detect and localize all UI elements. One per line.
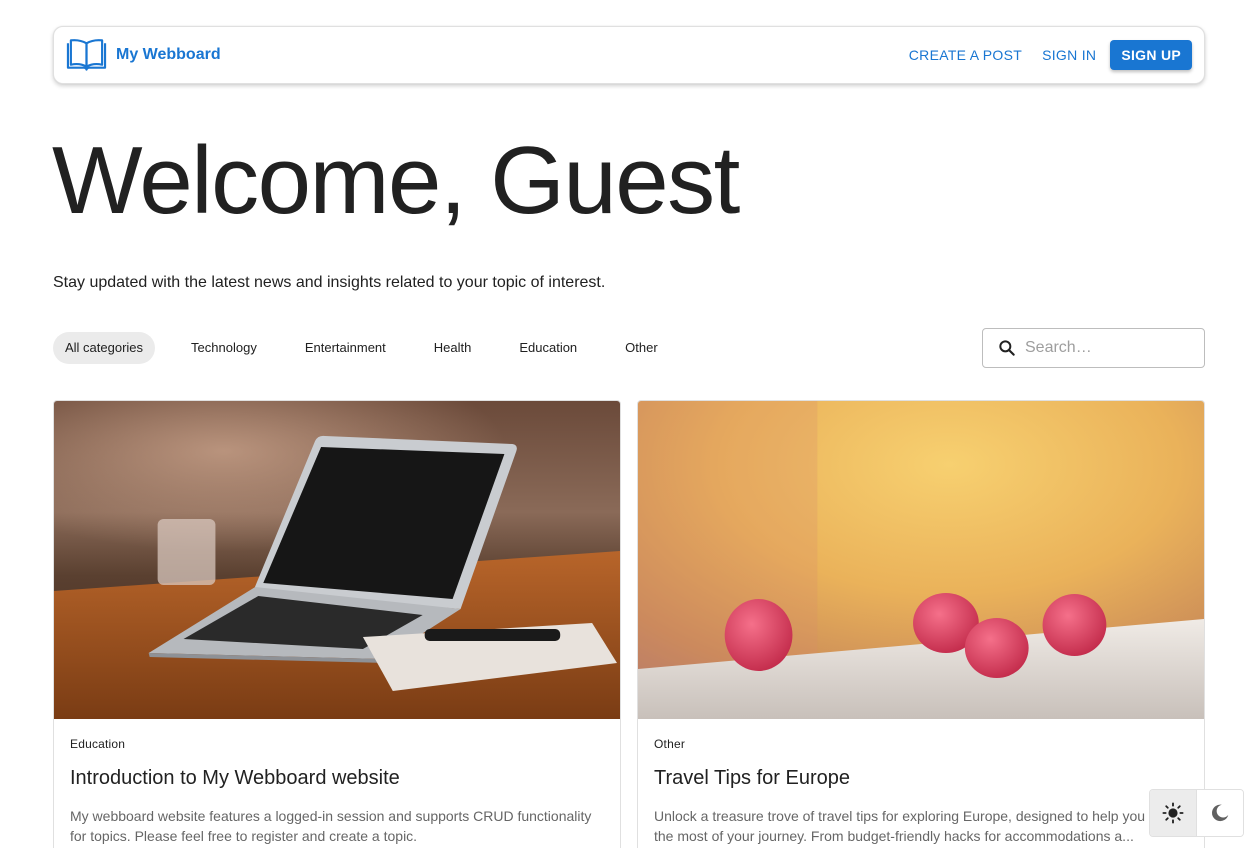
chip-all-categories[interactable]: All categories bbox=[53, 332, 156, 364]
chip-technology[interactable]: Technology bbox=[179, 332, 269, 364]
chip-education[interactable]: Education bbox=[507, 332, 589, 364]
post-title[interactable]: Travel Tips for Europe bbox=[654, 767, 1188, 790]
create-post-button[interactable]: CREATE A POST bbox=[899, 39, 1032, 71]
top-navbar: My Webboard CREATE A POST SIGN IN SIGN U… bbox=[53, 26, 1205, 84]
light-mode-button[interactable] bbox=[1150, 790, 1197, 836]
moon-icon bbox=[1211, 804, 1228, 822]
open-book-icon bbox=[66, 39, 107, 71]
page-subtitle: Stay updated with the latest news and in… bbox=[53, 274, 606, 291]
post-image-laptop bbox=[54, 401, 620, 719]
post-card-body: Education Introduction to My Webboard we… bbox=[54, 719, 620, 846]
dark-mode-button[interactable] bbox=[1196, 790, 1243, 836]
theme-toggle bbox=[1149, 789, 1244, 837]
brand-name: My Webboard bbox=[116, 46, 221, 63]
post-title[interactable]: Introduction to My Webboard website bbox=[70, 767, 604, 790]
nav-actions: CREATE A POST SIGN IN SIGN UP bbox=[899, 39, 1192, 71]
category-filter: All categories Technology Entertainment … bbox=[53, 332, 694, 364]
search-icon bbox=[999, 340, 1015, 356]
sun-icon bbox=[1162, 802, 1184, 824]
search-box[interactable] bbox=[982, 328, 1205, 368]
post-description: My webboard website features a logged-in… bbox=[70, 808, 592, 844]
chip-entertainment[interactable]: Entertainment bbox=[293, 332, 398, 364]
chip-health[interactable]: Health bbox=[422, 332, 484, 364]
post-category: Other bbox=[654, 737, 686, 751]
post-category: Education bbox=[70, 737, 126, 751]
post-image-raspberries bbox=[638, 401, 1204, 719]
post-card[interactable]: Education Introduction to My Webboard we… bbox=[53, 400, 621, 848]
sign-up-button[interactable]: SIGN UP bbox=[1110, 40, 1192, 70]
chip-other[interactable]: Other bbox=[613, 332, 670, 364]
brand-link[interactable]: My Webboard bbox=[66, 38, 221, 72]
post-card[interactable]: Other Travel Tips for Europe Unlock a tr… bbox=[637, 400, 1205, 848]
sign-in-button[interactable]: SIGN IN bbox=[1032, 39, 1106, 71]
search-input[interactable] bbox=[1025, 339, 1195, 357]
post-card-body: Other Travel Tips for Europe Unlock a tr… bbox=[638, 719, 1204, 846]
post-description: Unlock a treasure trove of travel tips f… bbox=[654, 808, 1184, 844]
page-title: Welcome, Guest bbox=[52, 127, 740, 234]
